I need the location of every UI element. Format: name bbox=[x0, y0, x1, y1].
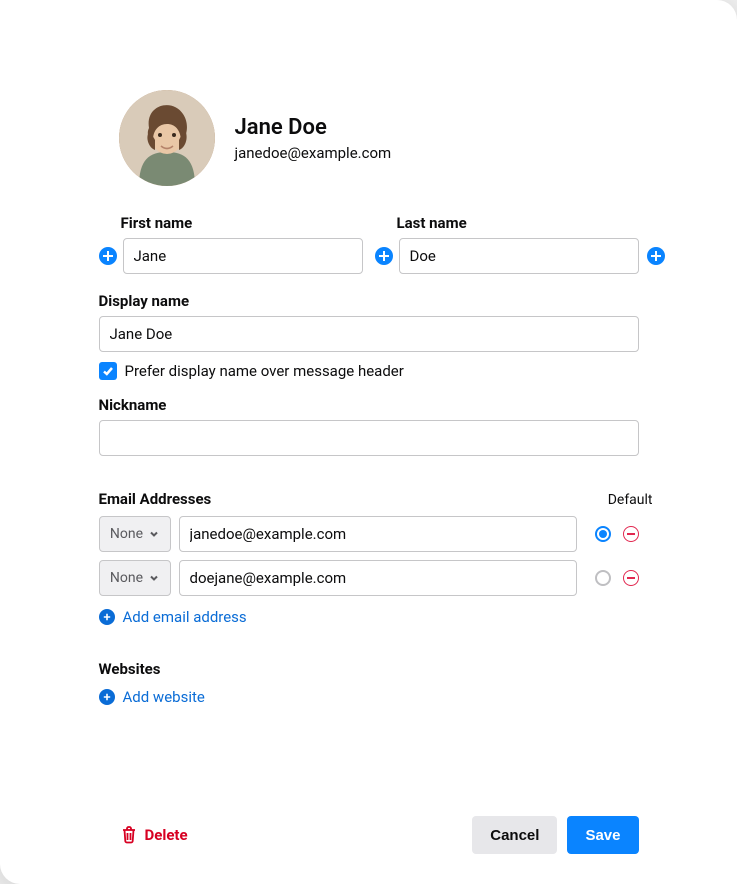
first-name-label: First name bbox=[99, 214, 363, 232]
save-button[interactable]: Save bbox=[567, 816, 638, 854]
chevron-down-icon bbox=[149, 529, 159, 539]
display-name-label: Display name bbox=[99, 292, 639, 310]
email-row: None bbox=[99, 560, 639, 596]
email-type-select[interactable]: None bbox=[99, 516, 171, 552]
nickname-input[interactable] bbox=[99, 420, 639, 456]
add-website-link[interactable]: Add website bbox=[99, 688, 205, 706]
contact-primary-email: janedoe@example.com bbox=[235, 144, 392, 162]
prefer-display-checkbox[interactable] bbox=[99, 362, 117, 380]
add-middle-name-icon[interactable] bbox=[375, 247, 393, 265]
remove-email-icon[interactable] bbox=[623, 526, 639, 542]
add-email-link[interactable]: Add email address bbox=[99, 608, 247, 626]
default-column-header: Default bbox=[608, 492, 653, 508]
first-name-input[interactable] bbox=[123, 238, 363, 274]
email-type-select[interactable]: None bbox=[99, 560, 171, 596]
default-email-radio[interactable] bbox=[595, 526, 611, 542]
contact-edit-card: Jane Doe janedoe@example.com First name … bbox=[0, 0, 737, 884]
nickname-label: Nickname bbox=[99, 396, 639, 414]
trash-icon bbox=[121, 826, 137, 844]
contact-header: Jane Doe janedoe@example.com bbox=[99, 90, 639, 186]
last-name-label: Last name bbox=[375, 214, 639, 232]
email-input[interactable] bbox=[179, 516, 577, 552]
add-prefix-icon[interactable] bbox=[99, 247, 117, 265]
email-row: None bbox=[99, 516, 639, 552]
name-block: Jane Doe janedoe@example.com bbox=[235, 115, 392, 162]
plus-icon bbox=[99, 609, 115, 625]
remove-email-icon[interactable] bbox=[623, 570, 639, 586]
default-email-radio[interactable] bbox=[595, 570, 611, 586]
last-name-input[interactable] bbox=[399, 238, 639, 274]
websites-section-label: Websites bbox=[99, 660, 639, 678]
avatar[interactable] bbox=[119, 90, 215, 186]
plus-icon bbox=[99, 689, 115, 705]
email-section-label: Email Addresses bbox=[99, 490, 212, 508]
display-name-input[interactable] bbox=[99, 316, 639, 352]
contact-full-name: Jane Doe bbox=[235, 115, 392, 140]
chevron-down-icon bbox=[149, 573, 159, 583]
cancel-button[interactable]: Cancel bbox=[472, 816, 557, 854]
prefer-display-label: Prefer display name over message header bbox=[125, 362, 404, 380]
email-input[interactable] bbox=[179, 560, 577, 596]
add-suffix-icon[interactable] bbox=[647, 247, 665, 265]
delete-button[interactable]: Delete bbox=[99, 826, 188, 844]
